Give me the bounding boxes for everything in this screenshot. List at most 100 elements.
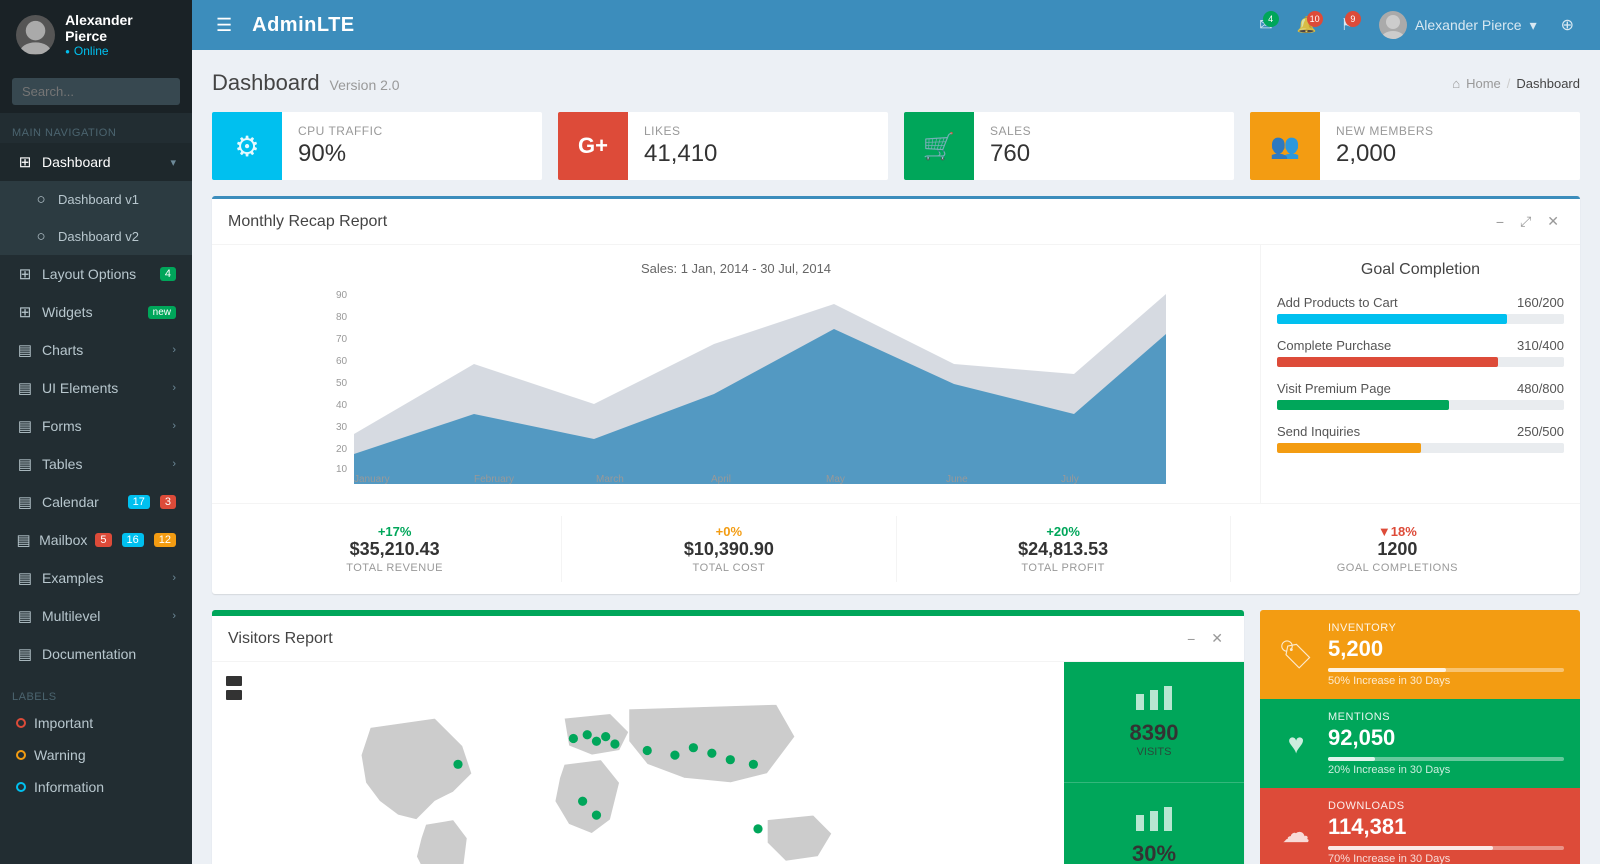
layout-icon: ⊞ <box>16 265 34 283</box>
cost-value: $10,390.90 <box>570 539 887 560</box>
label-item-important[interactable]: Important <box>0 707 192 739</box>
share-icon-button[interactable]: ⊕ <box>1551 7 1584 43</box>
sidebar-item-tables[interactable]: ▤ Tables › <box>0 445 192 483</box>
user-menu-button[interactable]: Alexander Pierce ▾ <box>1369 11 1547 39</box>
revenue-label: TOTAL REVENUE <box>236 562 553 574</box>
cost-change: +0% <box>570 524 887 539</box>
sidebar-item-multilevel[interactable]: ▤ Multilevel › <box>0 597 192 635</box>
tables-icon: ▤ <box>16 455 34 473</box>
svg-text:70: 70 <box>336 334 348 345</box>
sidebar-item-dashboard-v1[interactable]: ○ Dashboard v1 <box>0 181 192 218</box>
visitors-title: Visitors Report <box>228 630 333 648</box>
sidebar-item-documentation[interactable]: ▤ Documentation <box>0 635 192 673</box>
sidebar-item-label: Examples <box>42 570 164 586</box>
downloads-progress-fill <box>1328 846 1493 850</box>
members-content: NEW MEMBERS 2,000 <box>1320 112 1580 180</box>
charts-icon: ▤ <box>16 341 34 359</box>
dashboard-icon: ⊞ <box>16 153 34 171</box>
goal-item-premium: Visit Premium Page 480/800 <box>1277 381 1564 410</box>
mentions-label: MENTIONS <box>1328 711 1564 723</box>
summary-row: +17% $35,210.43 TOTAL REVENUE +0% $10,39… <box>212 503 1580 594</box>
progress-bar <box>1277 314 1564 324</box>
cpu-value: 90% <box>298 140 526 168</box>
inventory-label: INVENTORY <box>1328 622 1564 634</box>
expand-button[interactable]: ⤢ <box>1515 211 1536 232</box>
breadcrumb-separator: / <box>1507 76 1511 91</box>
mail-icon-button[interactable]: ✉ 4 <box>1249 7 1282 43</box>
svg-text:March: March <box>596 474 624 484</box>
sidebar-search-container <box>0 70 192 113</box>
warning-dot <box>16 750 26 760</box>
sidebar-item-calendar[interactable]: ▤ Calendar 17 3 <box>0 483 192 521</box>
close-button[interactable]: ✕ <box>1206 628 1228 649</box>
sidebar-item-label: Tables <box>42 456 164 472</box>
goal-item-purchase: Complete Purchase 310/400 <box>1277 338 1564 367</box>
chart-subtitle: Sales: 1 Jan, 2014 - 30 Jul, 2014 <box>228 261 1244 276</box>
minimize-button[interactable]: − <box>1491 211 1509 232</box>
sidebar-item-ui-elements[interactable]: ▤ UI Elements › <box>0 369 192 407</box>
profit-value: $24,813.53 <box>905 539 1222 560</box>
minimize-button[interactable]: − <box>1182 628 1200 649</box>
sidebar-item-mailbox[interactable]: ▤ Mailbox 5 16 12 <box>0 521 192 559</box>
cpu-content: CPU TRAFFIC 90% <box>282 112 542 180</box>
user-info: Alexander Pierce Online <box>65 12 176 58</box>
chevron-right-icon: › <box>172 610 176 622</box>
sidebar-item-forms[interactable]: ▤ Forms › <box>0 407 192 445</box>
sales-icon: 🛒 <box>904 112 974 180</box>
monthly-report-body: Sales: 1 Jan, 2014 - 30 Jul, 2014 90 80 … <box>212 245 1580 503</box>
legend-item-2 <box>226 690 242 700</box>
close-button[interactable]: ✕ <box>1542 211 1564 232</box>
stat-box-likes: G+ LIKES 41,410 <box>558 112 888 180</box>
mentions-icon: ♥ <box>1276 728 1316 760</box>
summary-goals: ▼18% 1200 GOAL COMPLETIONS <box>1231 516 1564 582</box>
documentation-icon: ▤ <box>16 645 34 663</box>
label-item-information[interactable]: Information <box>0 771 192 803</box>
sidebar-item-charts[interactable]: ▤ Charts › <box>0 331 192 369</box>
goal-label: Visit Premium Page 480/800 <box>1277 381 1564 396</box>
breadcrumb-home[interactable]: Home <box>1466 76 1501 91</box>
mailbox-badge-3: 12 <box>154 533 176 547</box>
goals-change: ▼18% <box>1239 524 1556 539</box>
sidebar-item-label: Dashboard <box>42 154 162 170</box>
goals-label: GOAL COMPLETIONS <box>1239 562 1556 574</box>
downloads-value: 114,381 <box>1328 814 1564 840</box>
monthly-report-title: Monthly Recap Report <box>228 213 387 231</box>
task-icon-button[interactable]: ⚑ 9 <box>1331 7 1365 43</box>
label-text: Information <box>34 779 104 795</box>
chevron-right-icon: › <box>172 458 176 470</box>
calendar-badge-1: 17 <box>128 495 150 509</box>
stat-box-cpu: ⚙ CPU TRAFFIC 90% <box>212 112 542 180</box>
svg-text:July: July <box>1061 474 1079 484</box>
notification-icon-button[interactable]: 🔔 10 <box>1287 7 1327 43</box>
inventory-content: INVENTORY 5,200 50% Increase in 30 Days <box>1328 622 1564 687</box>
inventory-progress-fill <box>1328 668 1446 672</box>
referrals-chart-icon <box>1084 807 1224 837</box>
sidebar-toggle-button[interactable]: ☰ <box>208 11 240 40</box>
sidebar-item-label: UI Elements <box>42 380 164 396</box>
sidebar-item-layout-options[interactable]: ⊞ Layout Options 4 <box>0 255 192 293</box>
mentions-value: 92,050 <box>1328 725 1564 751</box>
main-content: ☰ AdminLTE ✉ 4 🔔 10 ⚑ 9 Alexander Pierce… <box>192 0 1600 864</box>
search-input[interactable] <box>12 78 180 105</box>
likes-label: LIKES <box>644 124 872 138</box>
sidebar-item-label: Documentation <box>42 646 176 662</box>
label-item-warning[interactable]: Warning <box>0 739 192 771</box>
progress-fill <box>1277 314 1507 324</box>
visitor-stats-panel: 8390 VISITS 30% REFERRALS <box>1064 662 1244 864</box>
page-header: Dashboard Version 2.0 ⌂ Home / Dashboard <box>212 70 1580 96</box>
calendar-icon: ▤ <box>16 493 34 511</box>
sidebar-item-examples[interactable]: ▤ Examples › <box>0 559 192 597</box>
sales-label: SALES <box>990 124 1218 138</box>
sidebar-item-dashboard-v2[interactable]: ○ Dashboard v2 <box>0 218 192 255</box>
svg-text:60: 60 <box>336 356 348 367</box>
topbar-avatar <box>1379 11 1407 39</box>
sidebar-item-widgets[interactable]: ⊞ Widgets new <box>0 293 192 331</box>
breadcrumb-current: Dashboard <box>1516 76 1580 91</box>
progress-bar <box>1277 357 1564 367</box>
sales-content: SALES 760 <box>974 112 1234 180</box>
circle-icon: ○ <box>32 228 50 245</box>
topbar-username: Alexander Pierce <box>1415 17 1522 33</box>
progress-fill <box>1277 400 1449 410</box>
downloads-icon: ☁ <box>1276 816 1316 849</box>
sidebar-item-dashboard[interactable]: ⊞ Dashboard ▾ <box>0 143 192 181</box>
